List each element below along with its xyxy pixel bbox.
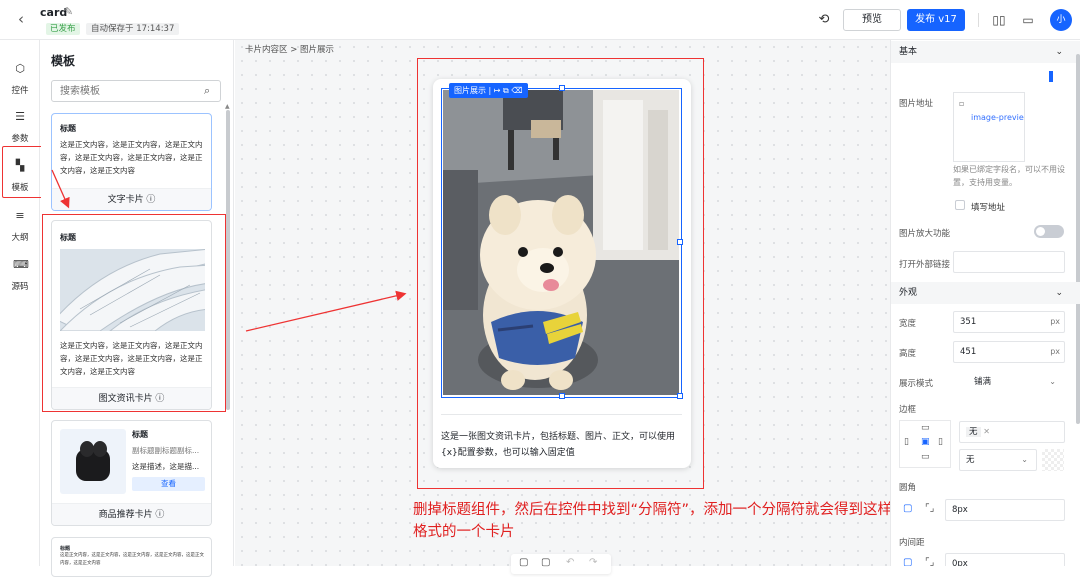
annotation-arrow [245, 290, 407, 332]
radius-individual-icon[interactable]: ⌜⌟ [925, 503, 934, 514]
padding-uniform-icon[interactable]: ▢ [903, 557, 912, 566]
annotation-arrow [51, 169, 70, 209]
width-label: 宽度 [899, 319, 917, 329]
radius-value: 8px [952, 505, 968, 515]
border-label: 边框 [899, 405, 917, 415]
border-side-selector[interactable]: ▭ ▯ ▣ ▯ ▭ [899, 420, 951, 468]
unit-label: px [1050, 347, 1060, 356]
display-mode-select[interactable]: 铺满 ⌄ [967, 371, 1065, 393]
chevron-down-icon: ⌄ [1055, 47, 1063, 57]
width-value: 351 [960, 317, 977, 327]
close-icon[interactable]: ✕ [983, 427, 990, 436]
chevron-down-icon: ⌄ [1049, 377, 1056, 386]
section-basic[interactable]: 基本 ⌄ [891, 41, 1080, 63]
border-color-select[interactable]: 无 ⌄ [959, 449, 1037, 471]
scrollbar[interactable] [1076, 54, 1080, 424]
radius-input[interactable]: 8px [945, 499, 1065, 521]
image-url-label: 图片地址 [899, 99, 934, 109]
display-mode-value: 铺满 [974, 377, 992, 387]
border-color-value: 无 [966, 455, 975, 465]
border-right-icon[interactable]: ▯ [938, 437, 943, 447]
external-link-label: 打开外部链接 [899, 260, 951, 270]
padding-input[interactable]: 0px [945, 553, 1065, 566]
border-style-value: 无 [966, 427, 981, 437]
chevron-down-icon: ⌄ [1021, 455, 1028, 464]
padding-value: 0px [952, 559, 968, 566]
border-top-icon[interactable]: ▭ [921, 423, 930, 433]
properties-panel: 基本 ⌄ 图片地址 ▫ image-previe 如果已绑定字段名，可以不用设置… [890, 40, 1080, 566]
border-left-icon[interactable]: ▯ [904, 437, 909, 447]
color-swatch[interactable] [1042, 449, 1064, 471]
fill-address-label: 填写地址 [971, 203, 1006, 213]
padding-individual-icon[interactable]: ⌜⌟ [925, 557, 934, 566]
toggle-knob [1036, 227, 1045, 236]
radius-uniform-icon[interactable]: ▢ [903, 503, 912, 514]
fill-address-checkbox[interactable] [955, 200, 965, 210]
external-link-input[interactable] [953, 251, 1065, 273]
display-mode-label: 展示模式 [899, 379, 934, 389]
unit-label: px [1050, 317, 1060, 326]
radius-label: 圆角 [899, 483, 917, 493]
border-all-icon[interactable]: ▣ [921, 437, 930, 447]
height-input[interactable]: 451 px [953, 341, 1065, 363]
border-style-select[interactable]: 无 ✕ [959, 421, 1065, 443]
width-input[interactable]: 351 px [953, 311, 1065, 333]
chevron-down-icon: ⌄ [1055, 288, 1063, 298]
padding-label: 内间距 [899, 538, 925, 548]
height-value: 451 [960, 347, 977, 357]
section-title: 外观 [899, 288, 918, 298]
hint-text: 如果已绑定字段名，可以不用设置，支持用变量。 [953, 165, 1065, 187]
section-appearance[interactable]: 外观 ⌄ [891, 282, 1080, 304]
broken-image-icon: ▫ [959, 99, 965, 108]
zoom-toggle[interactable] [1034, 225, 1064, 238]
image-alt-text: image-previe [971, 113, 1024, 122]
height-label: 高度 [899, 349, 917, 359]
zoom-label: 图片放大功能 [899, 229, 951, 239]
section-title: 基本 [899, 47, 918, 57]
scroll-indicator [1049, 71, 1053, 82]
image-url-preview[interactable]: ▫ image-previe [953, 92, 1025, 162]
border-bottom-icon[interactable]: ▭ [921, 452, 930, 462]
